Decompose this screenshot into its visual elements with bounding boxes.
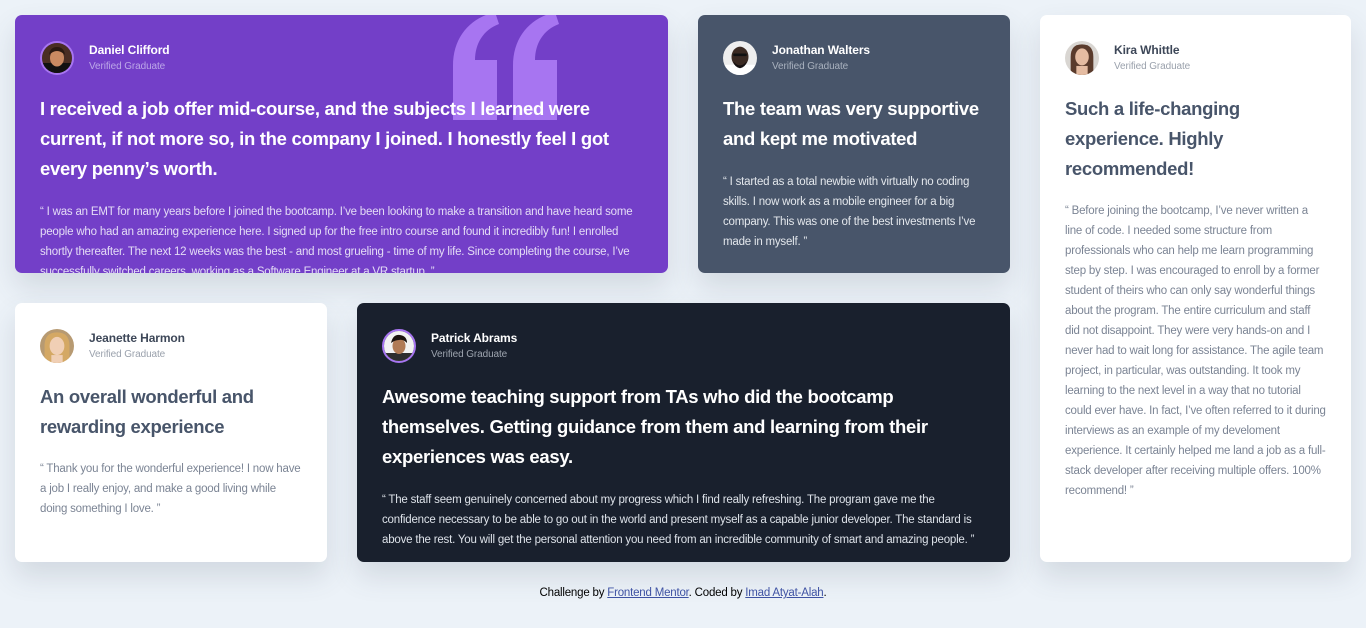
testimonial-headline: The team was very supportive and kept me…: [723, 98, 979, 149]
attribution-prefix: Challenge by: [539, 587, 608, 599]
testimonial-quote: “ Before joining the bootcamp, I’ve neve…: [1065, 205, 1326, 497]
author-name: Patrick Abrams: [431, 331, 518, 345]
testimonial-card-patrick: Patrick Abrams Verified Graduate Awesome…: [357, 303, 1010, 562]
author-name: Daniel Clifford: [89, 43, 170, 57]
testimonial-quote: “ Thank you for the wonderful experience…: [40, 463, 301, 515]
author-info: Jeanette Harmon Verified Graduate: [89, 331, 185, 361]
author-role: Verified Graduate: [772, 61, 849, 72]
testimonial-quote: “ I started as a total newbie with virtu…: [723, 176, 976, 248]
attribution-footer: Challenge by Frontend Mentor. Coded by I…: [0, 586, 1366, 600]
testimonial-card-jeanette: Jeanette Harmon Verified Graduate An ove…: [15, 303, 327, 562]
author-link[interactable]: Imad Atyat-Alah: [745, 587, 823, 599]
testimonial-header: Jeanette Harmon Verified Graduate: [40, 328, 302, 364]
attribution-middle: . Coded by: [688, 587, 746, 599]
author-name: Jeanette Harmon: [89, 331, 185, 345]
author-role: Verified Graduate: [89, 349, 166, 360]
testimonial-card-daniel: Daniel Clifford Verified Graduate I rece…: [15, 15, 668, 273]
author-name: Jonathan Walters: [772, 43, 870, 57]
jonathan-avatar: [723, 41, 757, 75]
author-role: Verified Graduate: [431, 349, 508, 360]
author-info: Patrick Abrams Verified Graduate: [431, 331, 517, 361]
testimonial-headline: Awesome teaching support from TAs who di…: [382, 386, 928, 467]
jeanette-avatar: [40, 329, 74, 363]
author-info: Jonathan Walters Verified Graduate: [772, 43, 870, 73]
author-name: Kira Whittle: [1114, 43, 1180, 57]
testimonial-header: Patrick Abrams Verified Graduate: [382, 328, 985, 364]
daniel-avatar: [40, 41, 74, 75]
testimonial-headline: I received a job offer mid-course, and t…: [40, 98, 609, 179]
testimonial-header: Kira Whittle Verified Graduate: [1065, 40, 1326, 76]
author-info: Daniel Clifford Verified Graduate: [89, 43, 170, 73]
testimonial-header: Daniel Clifford Verified Graduate: [40, 40, 643, 76]
testimonial-headline: An overall wonderful and rewarding exper…: [40, 386, 254, 437]
patrick-avatar: [382, 329, 416, 363]
author-role: Verified Graduate: [1114, 61, 1191, 72]
attribution-suffix: .: [823, 587, 827, 599]
testimonial-header: Jonathan Walters Verified Graduate: [723, 40, 985, 76]
kira-avatar: [1065, 41, 1099, 75]
testimonial-card-kira: Kira Whittle Verified Graduate Such a li…: [1040, 15, 1351, 562]
frontend-mentor-link[interactable]: Frontend Mentor: [607, 587, 689, 599]
author-info: Kira Whittle Verified Graduate: [1114, 43, 1190, 73]
testimonial-quote: “ The staff seem genuinely concerned abo…: [382, 494, 975, 546]
author-role: Verified Graduate: [89, 61, 166, 72]
testimonial-quote: “ I was an EMT for many years before I j…: [40, 206, 633, 273]
testimonial-headline: Such a life-changing experience. Highly …: [1065, 98, 1240, 179]
testimonial-card-jonathan: Jonathan Walters Verified Graduate The t…: [698, 15, 1010, 273]
